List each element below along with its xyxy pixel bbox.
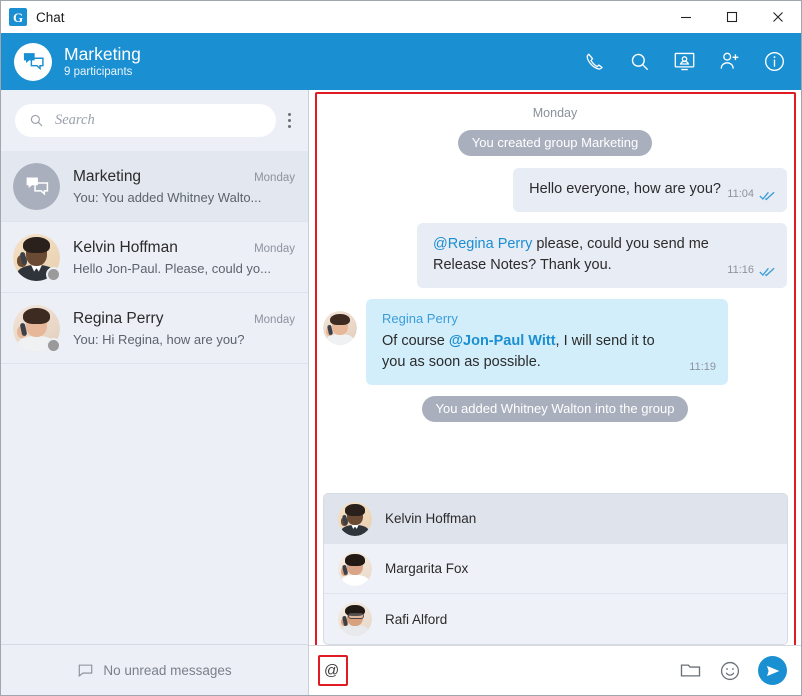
message-row-outgoing: @Regina Perry please, could you send me …	[323, 223, 787, 289]
contact-photo	[323, 311, 357, 346]
message-bubble[interactable]: @Regina Perry please, could you send me …	[417, 223, 787, 289]
message-meta: 11:04	[727, 187, 775, 203]
window-title: Chat	[36, 9, 65, 25]
message-composer	[309, 645, 801, 695]
speech-bubble-icon	[77, 662, 94, 679]
message-time: 11:04	[727, 188, 754, 201]
search-icon[interactable]	[627, 49, 652, 74]
status-badge	[46, 266, 61, 282]
conversation-preview: You: Hi Regina, how are you?	[73, 331, 245, 347]
list-item[interactable]: Kelvin Hoffman Monday Hello Jon-Paul. Pl…	[1, 221, 308, 293]
conversation-date: Monday	[254, 313, 295, 326]
send-arrow-icon[interactable]	[758, 656, 787, 685]
mention-option[interactable]: Margarita Fox	[324, 544, 787, 594]
conversations-sidebar: Marketing Monday You: You added Whitney …	[1, 90, 309, 695]
avatar	[13, 304, 61, 353]
message-sender: Regina Perry	[382, 311, 458, 327]
day-separator: Monday	[532, 106, 578, 120]
message-text: Hello everyone, how are you?	[529, 181, 721, 197]
avatar	[323, 311, 357, 346]
unread-status-text: No unread messages	[103, 662, 232, 678]
status-badge	[46, 337, 61, 353]
list-item-content: Regina Perry Monday You: Hi Regina, how …	[73, 310, 295, 347]
conversation-date: Monday	[254, 171, 295, 184]
message-row-outgoing: Hello everyone, how are you? 11:04	[323, 168, 787, 213]
main-body: Marketing Monday You: You added Whitney …	[1, 90, 801, 695]
search-box[interactable]	[15, 104, 276, 137]
search-input[interactable]	[55, 112, 262, 129]
minimize-icon[interactable]	[663, 1, 709, 33]
mention-option-name: Rafi Alford	[385, 611, 448, 627]
mention-autocomplete-popup: Kelvin Hoffman Margarita Fox Rafi Alford	[323, 493, 788, 645]
app-logo-icon: G	[9, 8, 27, 26]
header-action-bar	[582, 49, 787, 74]
list-item-content: Kelvin Hoffman Monday Hello Jon-Paul. Pl…	[73, 239, 295, 276]
mention-token[interactable]: @Jon-Paul Witt	[449, 333, 556, 349]
window-controls	[663, 1, 801, 33]
maximize-icon[interactable]	[709, 1, 755, 33]
read-receipt-icon	[759, 190, 775, 201]
participants-count: 9 participants	[64, 66, 133, 79]
conversation-name: Kelvin Hoffman	[73, 238, 178, 256]
message-list: Monday You created group Marketing Hello…	[309, 90, 801, 645]
contact-photo	[338, 551, 372, 586]
conversation-header: Marketing 9 participants	[1, 33, 801, 90]
message-time: 11:19	[689, 360, 716, 373]
mention-option[interactable]: Rafi Alford	[324, 594, 787, 644]
avatar	[13, 162, 60, 210]
message-text-before: Of course	[382, 332, 449, 349]
group-chat-icon	[14, 42, 52, 81]
close-icon[interactable]	[755, 1, 801, 33]
composer-actions	[679, 656, 787, 685]
contact-photo	[338, 501, 372, 536]
message-bubble[interactable]: Hello everyone, how are you? 11:04	[513, 168, 787, 213]
smiley-icon[interactable]	[719, 660, 741, 682]
info-icon[interactable]	[762, 49, 787, 74]
message-meta: 11:16	[727, 263, 775, 279]
search-row	[1, 90, 308, 151]
avatar	[338, 602, 372, 636]
conversation-name: Marketing	[73, 167, 142, 185]
kebab-menu-icon[interactable]	[276, 106, 302, 136]
video-screen-icon[interactable]	[672, 49, 697, 74]
chat-panel: Monday You created group Marketing Hello…	[309, 90, 801, 695]
mention-option[interactable]: Kelvin Hoffman	[324, 494, 787, 544]
phone-icon[interactable]	[582, 49, 607, 74]
search-icon	[29, 113, 44, 128]
message-input[interactable]	[322, 662, 679, 679]
mention-token[interactable]: @Regina Perry	[433, 236, 532, 252]
list-item[interactable]: Marketing Monday You: You added Whitney …	[1, 151, 308, 222]
message-time: 11:16	[727, 264, 754, 277]
conversation-title: Marketing	[64, 43, 141, 64]
avatar	[338, 551, 372, 586]
chat-application-window: G Chat Marketing 9 participants Search M…	[0, 0, 802, 696]
system-message: You added Whitney Walton into the group	[323, 395, 787, 422]
title-bar: G Chat	[1, 1, 801, 33]
system-message: You created group Marketing	[323, 130, 787, 156]
add-person-icon[interactable]	[717, 49, 742, 74]
conversation-preview: Hello Jon-Paul. Please, could yo...	[73, 260, 271, 276]
conversation-header-info: Marketing 9 participants	[64, 43, 582, 79]
folder-icon[interactable]	[679, 659, 702, 682]
read-receipt-icon	[759, 266, 775, 277]
conversation-preview: You: You added Whitney Walto...	[73, 189, 262, 205]
mention-option-name: Margarita Fox	[385, 561, 469, 576]
avatar	[338, 501, 372, 536]
list-item[interactable]: Regina Perry Monday You: Hi Regina, how …	[1, 292, 308, 364]
unread-status-bar: No unread messages	[1, 644, 308, 695]
message-row-incoming: Regina Perry Of course @Jon-Paul Witt, I…	[323, 299, 787, 385]
mention-option-name: Kelvin Hoffman	[385, 511, 477, 526]
message-bubble[interactable]: Regina Perry Of course @Jon-Paul Witt, I…	[366, 299, 728, 385]
list-item-content: Marketing Monday You: You added Whitney …	[73, 168, 295, 205]
contact-photo	[338, 602, 372, 636]
group-avatar-icon	[13, 162, 60, 210]
conversation-list: Marketing Monday You: You added Whitney …	[1, 151, 308, 644]
system-message-text: You created group Marketing	[457, 130, 653, 156]
system-message-text: You added Whitney Walton into the group	[421, 395, 689, 422]
conversation-name: Regina Perry	[73, 309, 164, 327]
message-meta: 11:19	[689, 360, 716, 376]
conversation-date: Monday	[254, 242, 295, 255]
avatar	[13, 233, 61, 282]
